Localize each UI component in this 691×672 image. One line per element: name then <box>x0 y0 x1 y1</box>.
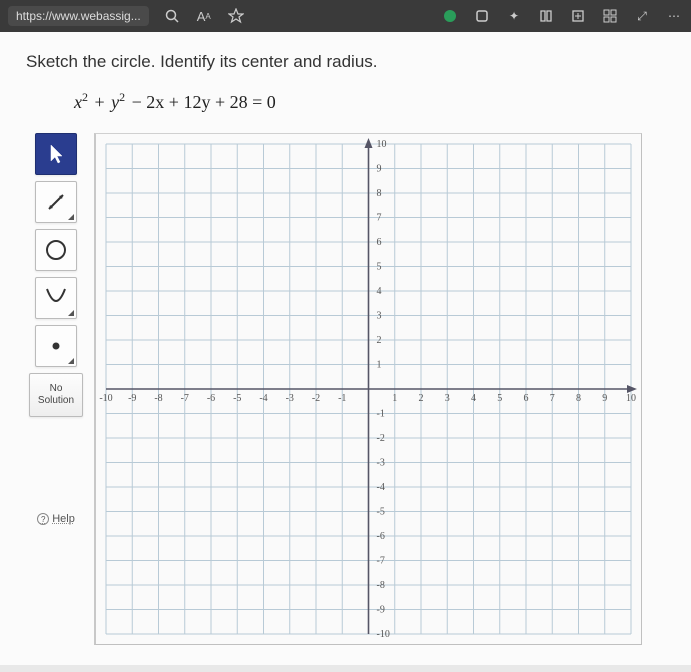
svg-text:-4: -4 <box>259 393 267 404</box>
no-solution-button[interactable]: No Solution <box>29 373 83 417</box>
svg-text:5: 5 <box>497 393 502 404</box>
svg-text:2: 2 <box>419 393 424 404</box>
reader-icon[interactable] <box>537 7 555 25</box>
svg-text:7: 7 <box>377 213 382 224</box>
url-display[interactable]: https://www.webassig... <box>8 6 149 26</box>
svg-text:9: 9 <box>602 393 607 404</box>
grid-icon[interactable] <box>601 7 619 25</box>
page-content: Sketch the circle. Identify its center a… <box>0 32 691 665</box>
circle-tool-button[interactable] <box>35 229 77 271</box>
svg-text:-7: -7 <box>377 556 385 567</box>
svg-text:1: 1 <box>377 360 382 371</box>
svg-text:-5: -5 <box>233 393 241 404</box>
parabola-tool-button[interactable] <box>35 277 77 319</box>
equation-display: x2 + y2 − 2x + 12y + 28 = 0 <box>74 90 665 113</box>
svg-text:4: 4 <box>377 286 382 297</box>
svg-text:4: 4 <box>471 393 476 404</box>
svg-text:10: 10 <box>626 393 636 404</box>
svg-text:10: 10 <box>377 139 387 150</box>
svg-text:9: 9 <box>377 164 382 175</box>
svg-text:-2: -2 <box>377 433 385 444</box>
star-icon[interactable] <box>227 7 245 25</box>
svg-text:6: 6 <box>377 237 382 248</box>
ext-icon-2[interactable] <box>473 7 491 25</box>
svg-text:-9: -9 <box>377 605 385 616</box>
svg-text:-6: -6 <box>377 531 385 542</box>
svg-text:-1: -1 <box>338 393 346 404</box>
graph-toolbar: No Solution ? Help <box>26 133 86 525</box>
svg-text:-10: -10 <box>99 393 112 404</box>
svg-text:6: 6 <box>524 393 529 404</box>
graph-workspace: No Solution ? Help -10-9-8-7-6-5-4-3-2-1… <box>26 133 665 645</box>
svg-text:3: 3 <box>377 311 382 322</box>
line-tool-button[interactable] <box>35 181 77 223</box>
point-tool-button[interactable] <box>35 325 77 367</box>
svg-text:3: 3 <box>445 393 450 404</box>
svg-text:8: 8 <box>576 393 581 404</box>
instruction-text: Sketch the circle. Identify its center a… <box>26 52 665 72</box>
svg-text:2: 2 <box>377 335 382 346</box>
expand-icon <box>68 358 74 364</box>
pointer-tool-button[interactable] <box>35 133 77 175</box>
svg-text:-3: -3 <box>286 393 294 404</box>
svg-text:-1: -1 <box>377 409 385 420</box>
svg-text:-10: -10 <box>377 629 390 640</box>
svg-text:-4: -4 <box>377 482 385 493</box>
svg-text:5: 5 <box>377 262 382 273</box>
svg-text:-6: -6 <box>207 393 215 404</box>
collections-icon[interactable] <box>569 7 587 25</box>
font-size-icon[interactable]: AA <box>195 7 213 25</box>
help-label: Help <box>52 513 75 525</box>
svg-text:-2: -2 <box>312 393 320 404</box>
parabola-icon <box>43 285 69 311</box>
line-icon <box>44 190 68 214</box>
graph-area[interactable]: -10 -9 -8 -7 -6 -5 -4 -3 -2 -1 1 2 3 4 5 6 7 8 9 10 -10 -9 -8 -… <box>94 133 642 645</box>
svg-text:-3: -3 <box>377 458 385 469</box>
help-icon: ? <box>37 513 49 525</box>
coordinate-grid[interactable]: -10 -9 -8 -7 -6 -5 -4 -3 -2 -1 1 2 3 4 5 6 7 8 9 10 -10 -9 -8 -… <box>96 134 641 644</box>
circle-icon <box>43 237 69 263</box>
svg-text:-8: -8 <box>154 393 162 404</box>
browser-toolbar: https://www.webassig... AA ✦ ⤢ ⋯ <box>0 0 691 32</box>
expand-icon <box>68 214 74 220</box>
svg-text:8: 8 <box>377 188 382 199</box>
magnify-icon[interactable] <box>163 7 181 25</box>
point-icon <box>49 339 63 353</box>
svg-text:7: 7 <box>550 393 555 404</box>
help-button[interactable]: ? Help <box>37 513 75 525</box>
ext-icon-1[interactable] <box>441 7 459 25</box>
more-icon[interactable]: ⋯ <box>665 7 683 25</box>
svg-text:1: 1 <box>392 393 397 404</box>
svg-text:-5: -5 <box>377 507 385 518</box>
expand-icon <box>68 310 74 316</box>
cursor-icon <box>47 143 65 165</box>
ext-icon-3[interactable]: ✦ <box>505 7 523 25</box>
svg-text:-7: -7 <box>181 393 189 404</box>
svg-text:-8: -8 <box>377 580 385 591</box>
svg-text:-9: -9 <box>128 393 136 404</box>
ext-icon-4[interactable]: ⤢ <box>633 7 651 25</box>
